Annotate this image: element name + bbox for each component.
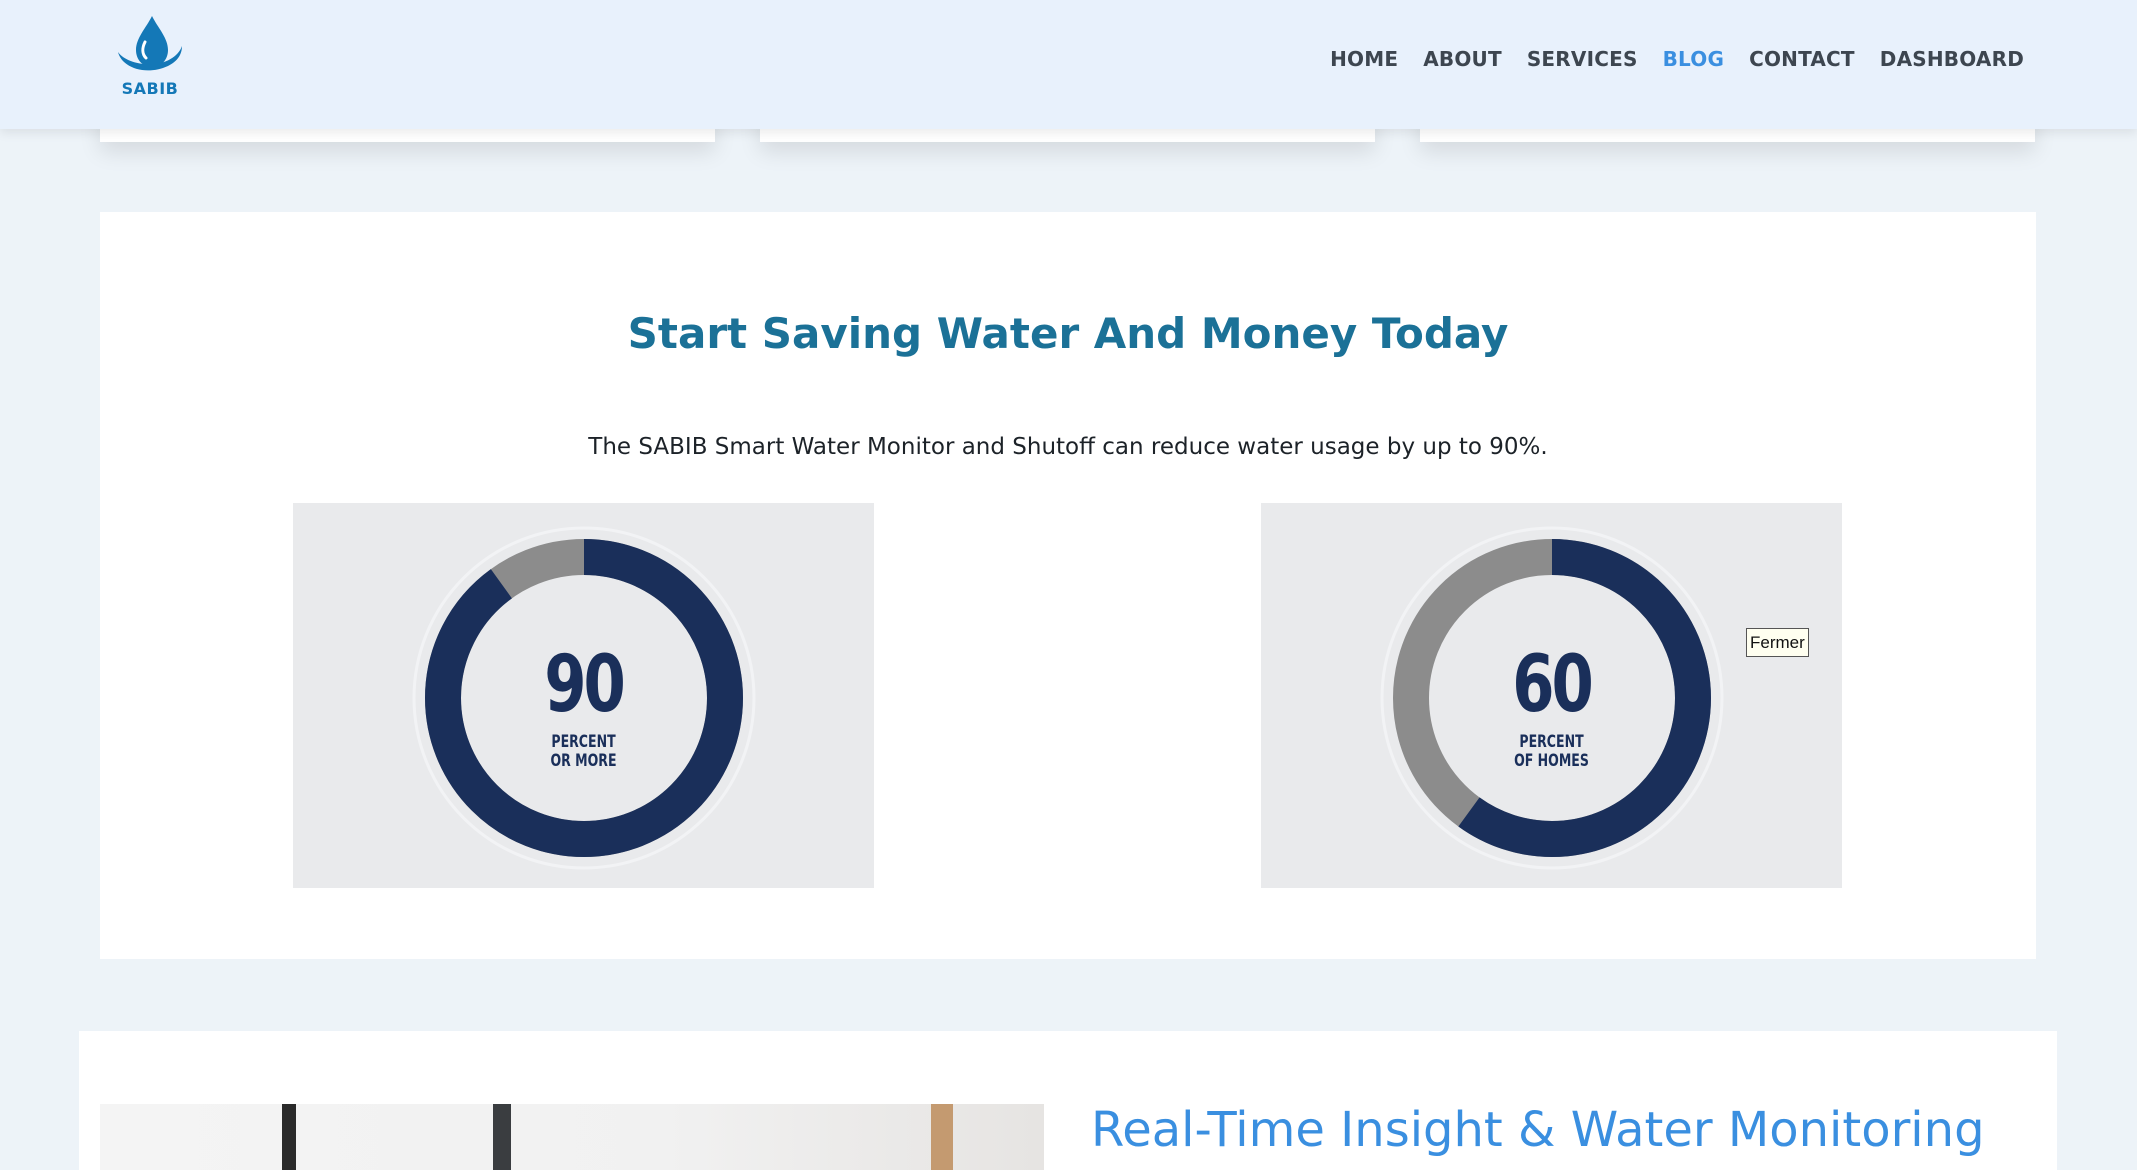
donut-card-90: 90 PERCENT OR MORE (293, 503, 874, 888)
savings-description: The SABIB Smart Water Monitor and Shutof… (588, 434, 1548, 460)
water-drop-icon (118, 16, 182, 71)
donut-card-60: 60 PERCENT OF HOMES (1261, 503, 1842, 888)
nav-about[interactable]: ABOUT (1423, 47, 1502, 71)
savings-title: Start Saving Water And Money Today (627, 309, 1509, 358)
realtime-title: Real-Time Insight & Water Monitoring (1091, 1102, 1985, 1158)
nav-dashboard[interactable]: DASHBOARD (1880, 47, 2024, 71)
donut-caption-line2: OF HOMES (1514, 751, 1589, 771)
donut-caption-line1: PERCENT (551, 732, 616, 752)
donut-caption-line2: OR MORE (550, 751, 617, 771)
monitoring-photo (100, 1104, 1044, 1170)
nav-blog[interactable]: BLOG (1663, 47, 1725, 71)
realtime-section: Real-Time Insight & Water Monitoring (79, 1031, 2057, 1170)
donut-caption-60: PERCENT OF HOMES (1313, 733, 1789, 771)
main-nav: HOME ABOUT SERVICES BLOG CONTACT DASHBOA… (1330, 47, 2024, 71)
nav-contact[interactable]: CONTACT (1749, 47, 1855, 71)
nav-services[interactable]: SERVICES (1527, 47, 1638, 71)
donut-caption-90: PERCENT OR MORE (345, 733, 821, 771)
donut-number-90: 90 (544, 640, 626, 730)
savings-section: Start Saving Water And Money Today The S… (100, 212, 2036, 959)
sabib-logo[interactable]: SABIB (112, 12, 192, 102)
logo-text: SABIB (121, 79, 179, 98)
donut-caption-line1: PERCENT (1519, 732, 1584, 752)
nav-home[interactable]: HOME (1330, 47, 1398, 71)
close-tooltip[interactable]: Fermer (1746, 628, 1809, 657)
site-header: SABIB HOME ABOUT SERVICES BLOG CONTACT D… (0, 0, 2137, 129)
donut-number-60: 60 (1512, 640, 1594, 730)
